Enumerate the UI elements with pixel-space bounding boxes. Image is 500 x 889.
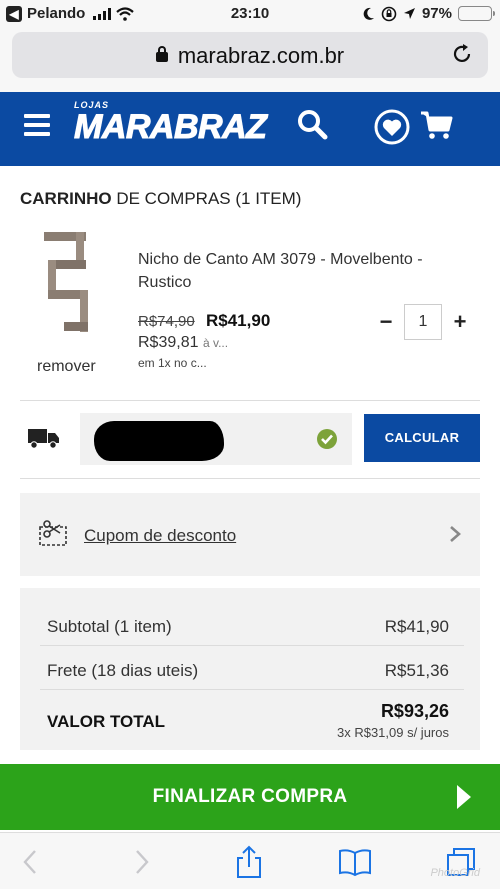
truck-icon (28, 429, 59, 449)
finalize-purchase-button[interactable]: FINALIZAR COMPRA (0, 764, 500, 830)
address-bar[interactable]: marabraz.com.br (12, 32, 488, 78)
old-price: R$74,90 (138, 313, 195, 330)
cart-title-rest: DE COMPRAS (1 ITEM) (111, 189, 302, 208)
total-installments: 3x R$31,09 s/ juros (336, 725, 449, 740)
back-icon[interactable] (14, 845, 48, 879)
subtotal-value: R$41,90 (384, 617, 449, 636)
quantity-decrease-button[interactable]: − (376, 311, 396, 333)
site-header: LOJAS MARABRAZ (0, 92, 500, 166)
search-icon[interactable] (296, 108, 328, 140)
moon-icon (363, 7, 374, 20)
coupon-section[interactable]: Cupom de desconto (20, 493, 480, 576)
freight-label: Frete (18 dias uteis) (47, 661, 199, 680)
browser-toolbar: PhotoGrid (0, 832, 500, 889)
rotation-lock-icon (381, 6, 397, 21)
calculate-shipping-button[interactable]: CALCULAR (364, 414, 480, 462)
cart-title-bold: CARRINHO (20, 189, 112, 208)
divider (40, 689, 464, 690)
status-right: 97% (363, 5, 495, 22)
battery-icon (458, 6, 495, 21)
divider (20, 478, 480, 479)
divider (20, 400, 480, 401)
menu-icon[interactable] (24, 114, 50, 136)
subtotal-row: Subtotal (1 item) R$41,90 (47, 617, 449, 637)
subtotal-label: Subtotal (1 item) (47, 617, 172, 636)
scissors-coupon-icon (39, 520, 67, 546)
remove-item-link[interactable]: remover (37, 358, 96, 376)
redacted-zip-code (94, 421, 224, 461)
order-summary: Subtotal (1 item) R$41,90 Frete (18 dias… (20, 588, 480, 750)
logo-brand: MARABRAZ (73, 108, 267, 146)
share-icon[interactable] (232, 845, 266, 879)
cart-title: CARRINHO DE COMPRAS (1 ITEM) (20, 189, 301, 209)
chevron-right-icon[interactable] (448, 524, 462, 544)
url-text[interactable]: marabraz.com.br (178, 43, 344, 68)
status-bar: ◀ Pelando 23:10 97% (0, 0, 500, 28)
current-price: R$41,90 (206, 311, 271, 330)
quantity-increase-button[interactable]: + (450, 311, 470, 333)
total-value: R$93,26 (380, 701, 449, 721)
divider (40, 645, 464, 646)
product-image[interactable] (42, 232, 92, 336)
coupon-link[interactable]: Cupom de desconto (84, 526, 236, 546)
zip-code-input[interactable] (80, 413, 352, 465)
watermark-text: PhotoGrid (430, 867, 480, 879)
quantity-input[interactable]: 1 (404, 304, 442, 340)
marabraz-logo[interactable]: LOJAS MARABRAZ (73, 100, 267, 146)
reload-icon[interactable] (450, 42, 474, 66)
play-arrow-icon (457, 785, 471, 809)
freight-value: R$51,36 (384, 661, 449, 680)
location-icon (403, 8, 415, 19)
favorites-heart-icon[interactable] (373, 108, 411, 146)
battery-percent: 97% (421, 5, 452, 22)
total-label: VALOR TOTAL (47, 712, 166, 731)
finalize-label: FINALIZAR COMPRA (152, 786, 348, 807)
installments-note: em 1x no c... (138, 356, 207, 370)
cash-price-note: à v... (202, 336, 229, 350)
bookmarks-icon[interactable] (338, 845, 372, 879)
browser-chrome: marabraz.com.br (0, 28, 500, 92)
check-icon (317, 429, 337, 449)
product-name[interactable]: Nicho de Canto AM 3079 - Movelbento - Ru… (138, 248, 478, 294)
freight-row: Frete (18 dias uteis) R$51,36 (47, 661, 449, 681)
cash-price: R$39,81 à v... (138, 334, 228, 352)
cart-icon[interactable] (420, 110, 454, 140)
lock-icon (155, 46, 168, 62)
address-text-row[interactable]: marabraz.com.br (12, 43, 488, 69)
forward-icon[interactable] (124, 845, 158, 879)
cash-price-value: R$39,81 (138, 334, 199, 351)
